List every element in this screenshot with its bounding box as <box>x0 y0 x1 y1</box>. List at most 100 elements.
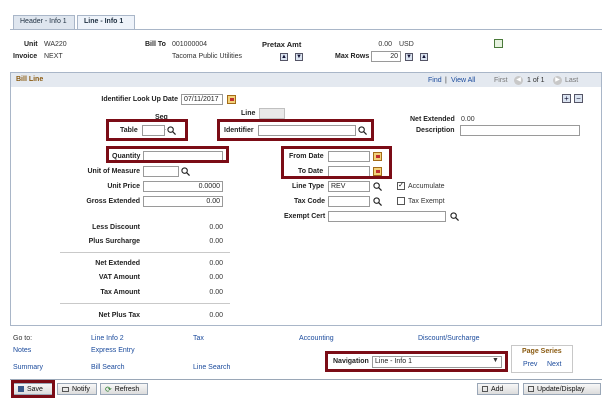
view-all-link[interactable]: View All <box>451 77 475 84</box>
line-type-label: Line Type <box>292 183 325 190</box>
tab-line-info-1[interactable]: Line - Info 1 <box>77 15 135 29</box>
sort-down-icon[interactable]: ▼ <box>405 53 413 61</box>
table-input[interactable] <box>142 125 165 136</box>
exempt-cert-input[interactable] <box>328 211 446 222</box>
add-button[interactable]: Add <box>477 383 519 395</box>
previous-row-icon[interactable]: ◀ <box>514 76 523 85</box>
save-button[interactable]: Save <box>13 383 53 395</box>
gross-extended-label: Gross Extended <box>86 198 140 205</box>
refresh-label: Refresh <box>114 385 140 393</box>
identifier-lookup-input[interactable]: 07/11/2017 <box>181 94 223 105</box>
line-search-link[interactable]: Line Search <box>193 364 230 371</box>
net-extended-value: 0.00 <box>461 116 475 123</box>
navigation-select[interactable]: Line - Info 1 <box>372 356 502 368</box>
max-rows-label: Max Rows <box>335 53 370 60</box>
express-entry-link[interactable]: Express Entry <box>91 347 135 354</box>
toolbar-divider <box>10 379 602 380</box>
next-row-icon[interactable]: ▶ <box>553 76 562 85</box>
tax-exempt-checkbox[interactable] <box>397 197 405 205</box>
pretax-label: Pretax Amt <box>262 40 302 49</box>
discount-surcharge-link[interactable]: Discount/Surcharge <box>418 335 479 342</box>
summary-link[interactable]: Summary <box>13 364 43 371</box>
quantity-label: Quantity <box>112 153 141 160</box>
line-number-field <box>259 108 285 119</box>
net-plus-tax-label: Net Plus Tax <box>98 312 141 319</box>
line-type-lookup-icon[interactable] <box>373 182 382 191</box>
refresh-icon: ⟳ <box>105 384 112 394</box>
exempt-cert-label: Exempt Cert <box>284 213 326 220</box>
bill-to-label: Bill To <box>145 41 166 48</box>
goto-label: Go to: <box>13 335 33 342</box>
move-top-icon[interactable]: ▲ <box>280 53 288 61</box>
tax-link[interactable]: Tax <box>193 335 204 342</box>
update-icon <box>528 386 534 392</box>
tax-code-lookup-icon[interactable] <box>373 197 382 206</box>
unit-value: WA220 <box>44 41 67 48</box>
update-display-button[interactable]: Update/Display <box>523 383 601 395</box>
notify-label: Notify <box>72 385 90 393</box>
unit-price-input[interactable]: 0.0000 <box>143 181 223 192</box>
add-row-icon[interactable]: + <box>562 94 571 103</box>
quantity-input[interactable] <box>143 151 223 162</box>
from-date-input[interactable] <box>328 151 370 162</box>
tax-amount-label: Tax Amount <box>100 289 140 296</box>
pretax-value: 0.00 <box>378 41 392 48</box>
net-extended-total-label: Net Extended <box>95 260 140 267</box>
gross-extended-input[interactable]: 0.00 <box>143 196 223 207</box>
tax-code-input[interactable] <box>328 196 370 207</box>
less-discount-value: 0.00 <box>209 224 223 231</box>
invoice-value: NEXT <box>44 53 63 60</box>
page-series-title: Page Series <box>522 348 562 355</box>
uom-input[interactable] <box>143 166 179 177</box>
currency-code: USD <box>399 41 414 48</box>
prev-link[interactable]: Prev <box>523 361 537 368</box>
vat-amount-label: VAT Amount <box>98 274 140 281</box>
row-range: 1 of 1 <box>527 77 545 84</box>
refresh-button[interactable]: ⟳ Refresh <box>100 383 148 395</box>
find-link[interactable]: Find <box>428 77 442 84</box>
notify-button[interactable]: Notify <box>57 383 97 395</box>
move-bottom-icon[interactable]: ▼ <box>295 53 303 61</box>
table-lookup-icon[interactable] <box>167 126 176 135</box>
from-date-label: From Date <box>289 153 324 160</box>
description-input[interactable] <box>460 125 580 136</box>
identifier-input[interactable] <box>258 125 356 136</box>
sort-up-icon[interactable]: ▲ <box>420 53 428 61</box>
bill-to-name: Tacoma Public Utilities <box>172 53 243 60</box>
exempt-cert-lookup-icon[interactable] <box>450 212 459 221</box>
tax-amount-value: 0.00 <box>209 289 223 296</box>
accounting-link[interactable]: Accounting <box>299 335 334 342</box>
chevron-down-icon[interactable]: ▼ <box>492 357 499 364</box>
accumulate-label: Accumulate <box>408 183 445 190</box>
tab-header-info-1[interactable]: Header - Info 1 <box>13 15 75 29</box>
net-extended-label: Net Extended <box>410 116 455 123</box>
uom-label: Unit of Measure <box>87 168 140 175</box>
delete-row-icon[interactable]: − <box>574 94 583 103</box>
line-label: Line <box>241 110 256 117</box>
to-date-calendar-icon[interactable] <box>373 167 382 176</box>
calendar-icon[interactable] <box>227 95 236 104</box>
net-plus-tax-value: 0.00 <box>209 312 223 319</box>
first-link[interactable]: First <box>494 77 508 84</box>
description-label: Description <box>416 127 455 134</box>
bill-search-link[interactable]: Bill Search <box>91 364 124 371</box>
line-info-2-link[interactable]: Line Info 2 <box>91 335 124 342</box>
identifier-lookup-icon[interactable] <box>358 126 367 135</box>
tax-code-label: Tax Code <box>294 198 325 205</box>
last-link[interactable]: Last <box>565 77 578 84</box>
add-icon <box>482 386 488 392</box>
next-link[interactable]: Next <box>547 361 561 368</box>
tab-bar-divider <box>10 29 602 30</box>
net-extended-total-value: 0.00 <box>209 260 223 267</box>
to-date-input[interactable] <box>328 166 370 177</box>
max-rows-input[interactable]: 20 <box>371 51 401 62</box>
from-date-calendar-icon[interactable] <box>373 152 382 161</box>
totals-divider-2 <box>60 303 230 304</box>
line-type-input[interactable]: REV <box>328 181 370 192</box>
identifier-lookup-label: Identifier Look Up Date <box>101 96 178 103</box>
notes-link[interactable]: Notes <box>13 347 31 354</box>
export-icon[interactable] <box>494 39 503 48</box>
navigation-label: Navigation <box>333 358 369 365</box>
uom-lookup-icon[interactable] <box>181 167 190 176</box>
accumulate-checkbox[interactable]: ✓ <box>397 182 405 190</box>
